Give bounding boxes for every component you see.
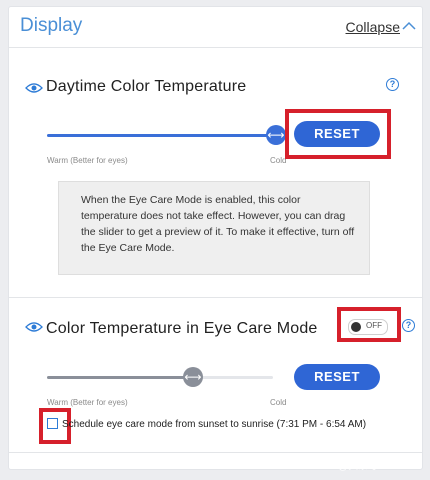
- daytime-cold-label: Cold: [270, 156, 287, 165]
- section-divider: [9, 297, 422, 298]
- eyecare-reset-button[interactable]: RESET: [294, 364, 380, 390]
- eye-care-info-box: When the Eye Care Mode is enabled, this …: [58, 181, 370, 275]
- page-title: Display: [20, 15, 83, 36]
- eyecare-help-icon[interactable]: ?: [402, 319, 415, 332]
- eyecare-cold-label: Cold: [270, 398, 287, 407]
- daytime-section-title: Daytime Color Temperature: [46, 78, 247, 95]
- slider-arrows-icon: ⟷: [184, 370, 202, 384]
- daytime-warm-label: Warm (Better for eyes): [47, 156, 128, 165]
- eyecare-slider-remaining[interactable]: [192, 376, 273, 379]
- collapse-link[interactable]: Collapse: [346, 19, 400, 35]
- daytime-help-icon[interactable]: ?: [386, 78, 399, 91]
- eyecare-slider-filled[interactable]: [47, 376, 192, 379]
- eye-icon: [25, 322, 43, 332]
- eyecare-slider-thumb[interactable]: ⟷: [183, 367, 203, 387]
- eyecare-section-title: Color Temperature in Eye Care Mode: [46, 320, 318, 337]
- schedule-label: Schedule eye care mode from sunset to su…: [62, 419, 367, 430]
- eyecare-warm-label: Warm (Better for eyes): [47, 398, 128, 407]
- chevron-up-icon[interactable]: [401, 18, 417, 34]
- reset-highlight-box: [285, 109, 391, 159]
- bottom-divider: [9, 452, 422, 453]
- eye-icon: [25, 83, 43, 93]
- header-divider: [9, 47, 422, 48]
- display-panel: Display Collapse Daytime Color Temperatu…: [8, 6, 423, 470]
- toggle-highlight-box: [337, 307, 401, 342]
- watermark: @头条号: [338, 461, 379, 472]
- daytime-slider-thumb[interactable]: ⟷: [266, 125, 286, 145]
- slider-arrows-icon: ⟷: [267, 128, 285, 142]
- daytime-slider-track[interactable]: [47, 134, 272, 137]
